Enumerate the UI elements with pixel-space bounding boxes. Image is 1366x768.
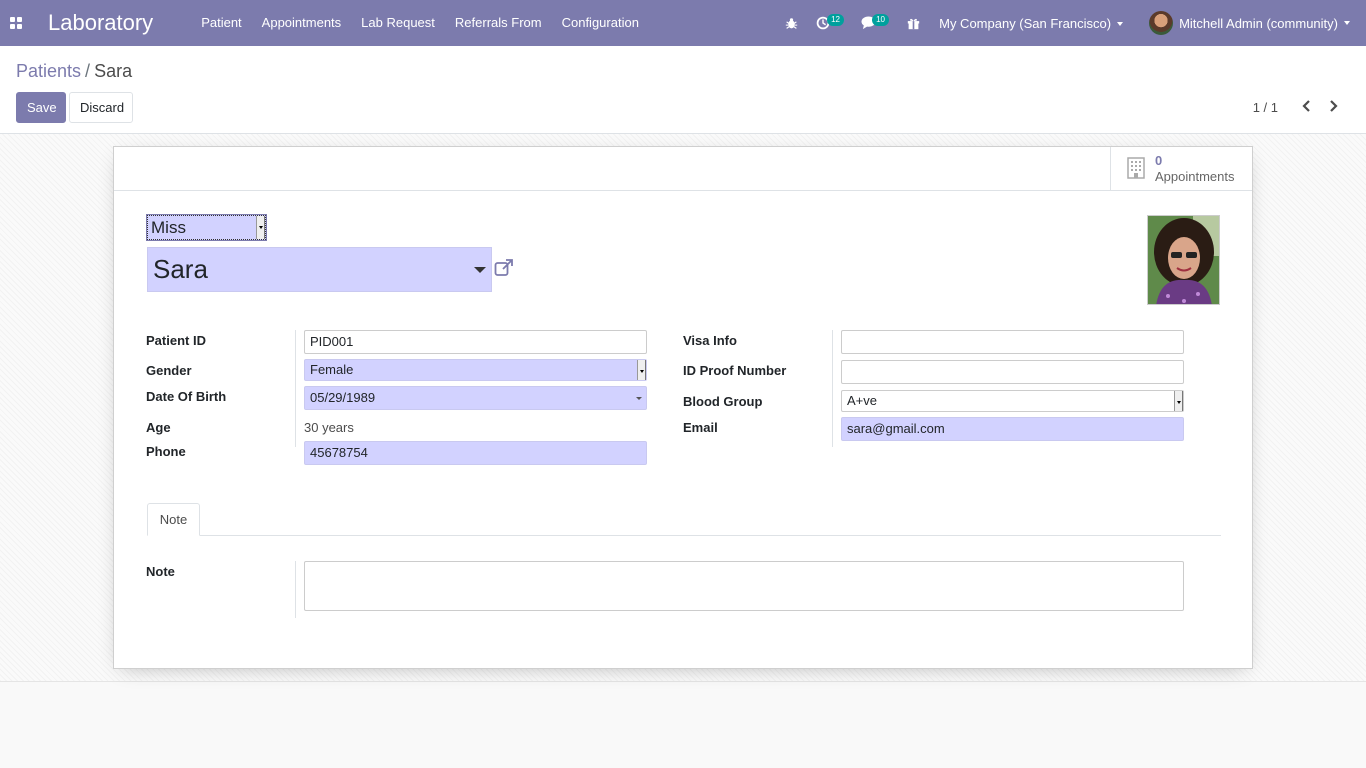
user-name: Mitchell Admin (community) [1179,15,1338,31]
patient-id-label: Patient ID [146,333,206,348]
dropdown-caret-icon [474,267,486,273]
id-proof-input[interactable] [841,360,1184,384]
menu-item-lab-request[interactable]: Lab Request [351,0,445,46]
patient-name-field[interactable]: Sara [147,247,492,292]
breadcrumb-patients-link[interactable]: Patients [16,61,81,81]
breadcrumb: Patients / Sara [16,61,132,82]
notebook-tabs: Note [147,503,1221,536]
gender-select[interactable]: Female [304,359,647,381]
note-textarea[interactable] [304,561,1184,611]
patient-photo[interactable] [1147,215,1220,305]
note-divider [295,561,296,618]
pager-previous-icon[interactable] [1298,98,1314,114]
building-icon [1127,156,1145,182]
phone-input[interactable]: 45678754 [304,441,647,465]
breadcrumb-current: Sara [94,61,133,81]
control-panel: Patients / Sara Save Discard 1 / 1 [0,46,1366,134]
app-title[interactable]: Laboratory [48,10,153,36]
blood-group-select[interactable]: A+ve [841,390,1184,412]
patient-name-value: Sara [153,254,208,284]
appointments-stat-button[interactable]: 0 Appointments [1110,147,1252,191]
messages-chat-icon[interactable]: 10 [852,0,898,46]
main-menu: Patient Appointments Lab Request Referra… [191,0,649,46]
visa-info-input[interactable] [841,330,1184,354]
debug-bug-icon[interactable] [776,0,807,46]
systray: 12 10 My Company (San Francisco) Mitchel… [776,0,1366,46]
email-label: Email [683,420,718,435]
company-switcher[interactable]: My Company (San Francisco) [929,16,1133,31]
menu-item-configuration[interactable]: Configuration [552,0,649,46]
email-input[interactable]: sara@gmail.com [841,417,1184,441]
user-avatar [1149,11,1174,35]
id-proof-label: ID Proof Number [683,363,787,378]
external-link-icon[interactable] [494,259,514,277]
dob-value: 05/29/1989 [310,390,376,405]
blood-group-label: Blood Group [683,394,763,409]
chevron-down-icon [1344,21,1350,25]
note-label: Note [146,564,175,579]
menu-item-patient[interactable]: Patient [191,0,251,46]
menu-item-referrals-from[interactable]: Referrals From [445,0,552,46]
activity-clock-icon[interactable]: 12 [807,0,852,46]
blood-group-value: A+ve [847,393,877,408]
tab-note[interactable]: Note [147,503,200,536]
age-label: Age [146,420,171,435]
discard-button[interactable]: Discard [69,92,133,123]
pager-value[interactable]: 1 / 1 [1253,100,1278,115]
age-value: 30 years [304,420,354,435]
pager-next-icon[interactable] [1326,98,1342,114]
dob-input[interactable]: 05/29/1989 [304,386,647,410]
phone-label: Phone [146,444,186,459]
left-group-divider [295,330,296,447]
gender-label: Gender [146,363,192,378]
appointments-label: Appointments [1155,169,1235,184]
top-navbar: Laboratory Patient Appointments Lab Requ… [0,0,1366,46]
save-button[interactable]: Save [16,92,66,123]
gender-value: Female [310,362,354,377]
select-arrow-icon [1174,391,1183,411]
right-group-divider [832,330,833,447]
select-arrow-icon [637,360,646,380]
patient-id-input[interactable]: PID001 [304,330,647,354]
apps-menu-icon[interactable] [0,0,32,46]
dob-label: Date Of Birth [146,389,227,404]
activity-count-badge: 12 [827,14,845,26]
breadcrumb-separator: / [85,61,91,81]
select-arrow-icon [256,216,265,239]
company-name: My Company (San Francisco) [939,15,1112,31]
appointments-count: 0 [1155,153,1163,168]
button-box: 0 Appointments [114,147,1252,191]
title-value: Miss [151,218,186,237]
menu-item-appointments[interactable]: Appointments [252,0,352,46]
chevron-down-icon [1117,22,1124,27]
message-count-badge: 10 [872,14,890,26]
date-caret-icon [636,397,642,400]
form-sheet: 0 Appointments Miss Sara Patient ID Gend… [113,146,1253,669]
user-menu[interactable]: Mitchell Admin (community) [1133,11,1366,35]
title-select[interactable]: Miss [146,214,267,241]
gift-icon[interactable] [898,0,929,46]
visa-info-label: Visa Info [683,333,737,348]
